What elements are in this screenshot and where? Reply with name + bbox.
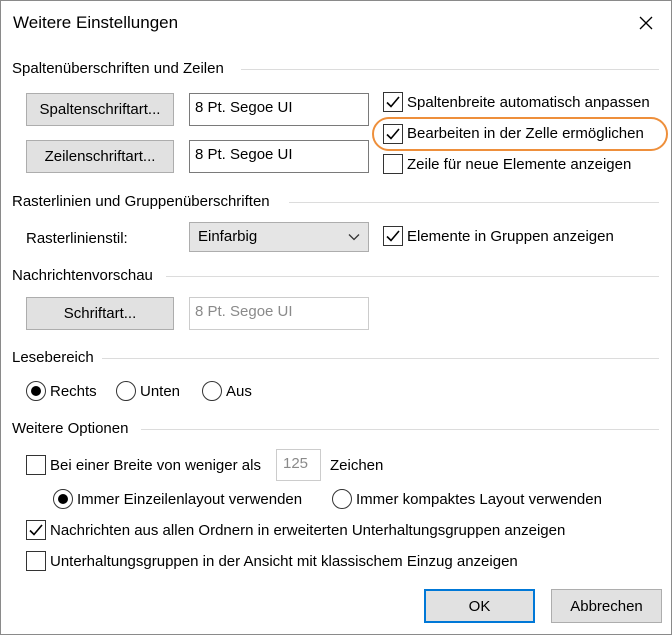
radio-dot (31, 386, 41, 396)
gridline-style-label: Rasterlinienstil: (26, 230, 128, 247)
group-title-columns: Spaltenüberschriften und Zeilen (12, 60, 224, 77)
radio-compact-label: Immer kompaktes Layout verwenden (356, 491, 602, 508)
row-font-field[interactable]: 8 Pt. Segoe UI (189, 140, 369, 173)
checkmark-icon (29, 524, 43, 536)
title-bar: Weitere Einstellungen (1, 1, 671, 45)
all-folders-checkbox[interactable] (26, 520, 46, 540)
classic-indent-label: Unterhaltungsgruppen in der Ansicht mit … (50, 553, 518, 570)
group-title-gridlines: Rasterlinien und Gruppenüberschriften (12, 193, 270, 210)
separator (141, 429, 659, 430)
width-threshold-checkbox[interactable] (26, 455, 46, 475)
radio-single-line[interactable] (53, 489, 73, 509)
width-threshold-unit: Zeichen (330, 457, 384, 474)
column-font-button[interactable]: Spaltenschriftart... (26, 93, 174, 126)
inline-edit-checkbox[interactable] (383, 124, 403, 144)
radio-right[interactable] (26, 381, 46, 401)
separator (102, 358, 659, 359)
width-threshold-input: 125 (276, 449, 321, 481)
auto-width-checkbox[interactable] (383, 92, 403, 112)
checkmark-icon (386, 96, 400, 108)
close-button[interactable] (631, 9, 661, 37)
group-title-other: Weitere Optionen (12, 420, 129, 437)
radio-single-line-label: Immer Einzeilenlayout verwenden (77, 491, 303, 508)
radio-off-label: Aus (226, 383, 252, 400)
separator (289, 202, 659, 203)
chevron-down-icon (348, 234, 360, 241)
width-threshold-label: Bei einer Breite von weniger als (50, 457, 261, 474)
radio-bottom-label: Unten (140, 383, 181, 400)
dialog-title: Weitere Einstellungen (13, 13, 179, 32)
show-in-groups-label: Elemente in Gruppen anzeigen (407, 228, 614, 245)
group-title-preview: Nachrichtenvorschau (12, 267, 153, 284)
group-title-reading-pane: Lesebereich (12, 349, 94, 366)
checkmark-icon (386, 128, 400, 140)
radio-compact[interactable] (332, 489, 352, 509)
column-font-field[interactable]: 8 Pt. Segoe UI (189, 93, 369, 126)
new-items-row-checkbox[interactable] (383, 154, 403, 174)
radio-bottom[interactable] (116, 381, 136, 401)
radio-off[interactable] (202, 381, 222, 401)
inline-edit-label: Bearbeiten in der Zelle ermöglichen (407, 125, 644, 142)
classic-indent-checkbox[interactable] (26, 551, 46, 571)
gridline-style-value: Einfarbig (198, 228, 258, 245)
auto-width-label: Spaltenbreite automatisch anpassen (407, 94, 650, 111)
gridline-style-dropdown[interactable]: Einfarbig (189, 222, 369, 252)
preview-font-field: 8 Pt. Segoe UI (189, 297, 369, 330)
close-icon (639, 16, 653, 30)
radio-right-label: Rechts (50, 383, 97, 400)
preview-font-button[interactable]: Schriftart... (26, 297, 174, 330)
all-folders-label: Nachrichten aus allen Ordnern in erweite… (50, 522, 566, 539)
row-font-button[interactable]: Zeilenschriftart... (26, 140, 174, 173)
settings-dialog: Weitere Einstellungen Spaltenüberschrift… (0, 0, 672, 635)
separator (166, 276, 659, 277)
new-items-row-label: Zeile für neue Elemente anzeigen (407, 156, 632, 173)
cancel-button[interactable]: Abbrechen (551, 589, 662, 623)
separator (241, 69, 659, 70)
show-in-groups-checkbox[interactable] (383, 226, 403, 246)
checkmark-icon (386, 230, 400, 242)
ok-button[interactable]: OK (424, 589, 535, 623)
radio-dot (58, 494, 68, 504)
